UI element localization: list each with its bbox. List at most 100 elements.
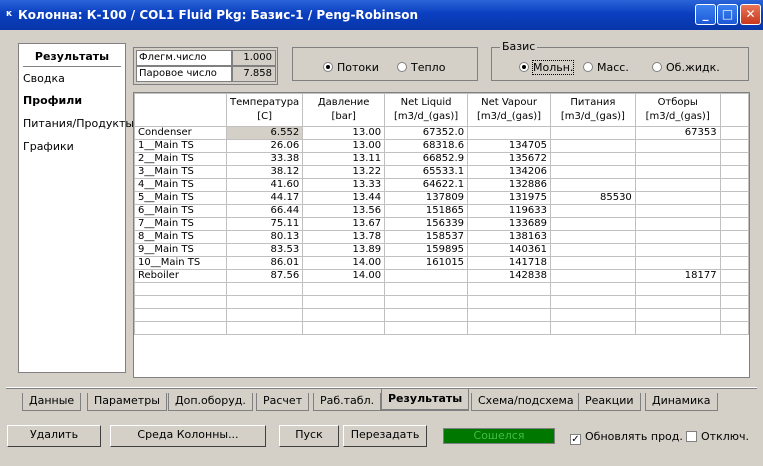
value-cell[interactable]: 33.38: [225, 152, 304, 166]
table-row[interactable]: 1__Main TS 26.06 13.00 68318.6 134705: [134, 139, 749, 153]
empty-cell[interactable]: [719, 295, 749, 309]
value-cell[interactable]: 83.53: [225, 243, 304, 257]
value-cell[interactable]: 67352.0: [384, 126, 469, 140]
value-cell[interactable]: 65533.1: [384, 165, 469, 179]
value-cell[interactable]: [634, 139, 721, 153]
nav-item-feeds-products[interactable]: Питания/Продукты: [23, 117, 134, 130]
profiles-table[interactable]: Температура [C] Давление [bar] Net Liquid[…: [133, 92, 750, 378]
table-row[interactable]: 6__Main TS 66.44 13.56 151865 119633: [134, 204, 749, 218]
value-cell[interactable]: 64622.1: [384, 178, 469, 192]
radio-mass[interactable]: Масс.: [583, 61, 629, 74]
table-row[interactable]: 3__Main TS 38.12 13.22 65533.1 134206: [134, 165, 749, 179]
empty-cell[interactable]: [225, 282, 304, 296]
value-cell[interactable]: 14.00: [302, 269, 386, 283]
value-cell[interactable]: 38.12: [225, 165, 304, 179]
empty-cell[interactable]: [467, 321, 552, 335]
table-row[interactable]: 2__Main TS 33.38 13.11 66852.9 135672: [134, 152, 749, 166]
value-cell[interactable]: 87.56: [225, 269, 304, 283]
value-cell[interactable]: [634, 204, 721, 218]
stage-name-cell[interactable]: 5__Main TS: [134, 191, 227, 205]
value-cell[interactable]: 67353: [634, 126, 721, 140]
value-cell[interactable]: [550, 178, 636, 192]
empty-cell[interactable]: [550, 321, 636, 335]
column-environment-button[interactable]: Среда Колонны...: [110, 425, 266, 447]
col-header-draws[interactable]: Отборы [m3/d_(gas)]: [634, 93, 721, 127]
value-cell[interactable]: 134705: [467, 139, 552, 153]
value-cell[interactable]: 13.89: [302, 243, 386, 257]
empty-cell[interactable]: [634, 321, 721, 335]
title-bar[interactable]: к Колонна: К-100 / COL1 Fluid Pkg: Базис…: [0, 0, 763, 30]
stage-name-cell[interactable]: Reboiler: [134, 269, 227, 283]
value-cell[interactable]: 13.22: [302, 165, 386, 179]
empty-cell[interactable]: [134, 308, 227, 322]
value-cell[interactable]: 134206: [467, 165, 552, 179]
nav-item-summary[interactable]: Сводка: [23, 72, 65, 85]
empty-table-row[interactable]: [134, 282, 749, 296]
close-button[interactable]: ✕: [740, 4, 761, 25]
reset-button[interactable]: Перезадать: [343, 425, 427, 447]
value-cell[interactable]: 66852.9: [384, 152, 469, 166]
value-cell[interactable]: 80.13: [225, 230, 304, 244]
value-cell[interactable]: [634, 152, 721, 166]
radio-flows[interactable]: Потоки: [323, 61, 379, 74]
col-header-net-liquid[interactable]: Net Liquid [m3/d_(gas)]: [384, 93, 469, 127]
value-cell[interactable]: 13.56: [302, 204, 386, 218]
value-cell[interactable]: 158537: [384, 230, 469, 244]
empty-table-row[interactable]: [134, 308, 749, 322]
value-cell[interactable]: [634, 178, 721, 192]
empty-cell[interactable]: [550, 282, 636, 296]
empty-cell[interactable]: [225, 321, 304, 335]
stage-name-cell[interactable]: 1__Main TS: [134, 139, 227, 153]
stage-name-cell[interactable]: 9__Main TS: [134, 243, 227, 257]
value-cell[interactable]: 75.11: [225, 217, 304, 231]
value-cell[interactable]: 13.67: [302, 217, 386, 231]
value-cell[interactable]: 13.33: [302, 178, 386, 192]
value-cell[interactable]: 141718: [467, 256, 552, 270]
stage-name-cell[interactable]: 6__Main TS: [134, 204, 227, 218]
empty-table-row[interactable]: [134, 321, 749, 335]
value-cell[interactable]: 161015: [384, 256, 469, 270]
stage-name-cell[interactable]: 7__Main TS: [134, 217, 227, 231]
maximize-button[interactable]: □: [717, 4, 738, 25]
empty-cell[interactable]: [302, 308, 386, 322]
value-cell[interactable]: 85530: [550, 191, 636, 205]
value-cell[interactable]: [550, 204, 636, 218]
value-cell[interactable]: 66.44: [225, 204, 304, 218]
value-cell[interactable]: [550, 269, 636, 283]
tab-parameters[interactable]: Параметры: [87, 393, 167, 411]
value-cell[interactable]: [550, 139, 636, 153]
tab-equipment[interactable]: Доп.оборуд.: [168, 393, 253, 411]
empty-cell[interactable]: [225, 308, 304, 322]
value-cell[interactable]: 14.00: [302, 256, 386, 270]
table-row[interactable]: 5__Main TS 44.17 13.44 137809 131975 85530: [134, 191, 749, 205]
empty-cell[interactable]: [719, 321, 749, 335]
value-cell[interactable]: [634, 230, 721, 244]
empty-cell[interactable]: [634, 308, 721, 322]
empty-cell[interactable]: [384, 295, 469, 309]
stage-name-cell[interactable]: 2__Main TS: [134, 152, 227, 166]
value-cell[interactable]: [384, 269, 469, 283]
empty-cell[interactable]: [550, 295, 636, 309]
value-cell[interactable]: [634, 256, 721, 270]
stage-name-cell[interactable]: Condenser: [134, 126, 227, 140]
empty-cell[interactable]: [634, 282, 721, 296]
value-cell[interactable]: 159895: [384, 243, 469, 257]
value-cell[interactable]: 138163: [467, 230, 552, 244]
radio-molar[interactable]: Мольн.: [519, 60, 575, 75]
value-cell[interactable]: [634, 217, 721, 231]
empty-cell[interactable]: [225, 295, 304, 309]
value-cell[interactable]: 68318.6: [384, 139, 469, 153]
tab-results[interactable]: Результаты: [381, 389, 470, 411]
radio-liquid-volume[interactable]: Об.жидк.: [652, 61, 720, 74]
tab-calculation[interactable]: Расчет: [256, 393, 310, 411]
empty-cell[interactable]: [384, 321, 469, 335]
value-cell[interactable]: 151865: [384, 204, 469, 218]
value-cell[interactable]: 6.552: [225, 126, 304, 140]
tab-data[interactable]: Данные: [22, 393, 82, 411]
col-header-temperature[interactable]: Температура [C]: [225, 93, 304, 127]
stage-name-cell[interactable]: 8__Main TS: [134, 230, 227, 244]
empty-cell[interactable]: [467, 308, 552, 322]
disable-checkbox[interactable]: Отключ.: [686, 430, 749, 443]
table-row[interactable]: 10__Main TS 86.01 14.00 161015 141718: [134, 256, 749, 270]
empty-cell[interactable]: [134, 321, 227, 335]
